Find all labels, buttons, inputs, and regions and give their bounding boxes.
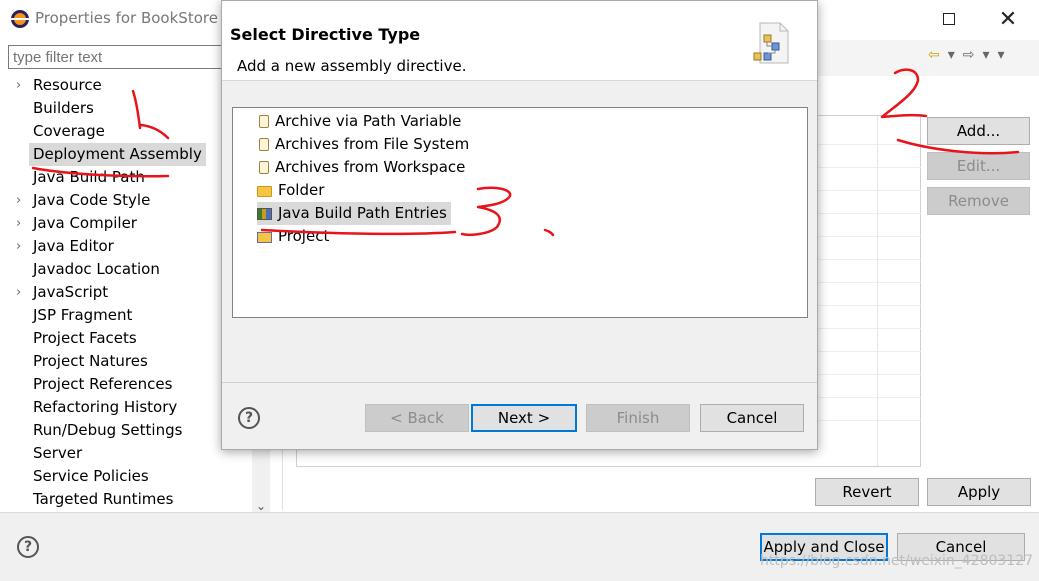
row-divider (817, 282, 921, 283)
tree-item-service-policies[interactable]: Service Policies (33, 465, 149, 488)
list-item-label: Archives from Workspace (275, 158, 466, 176)
revert-button[interactable]: Revert (815, 478, 919, 506)
tree-item-java-build-path[interactable]: Java Build Path (33, 166, 145, 189)
tree-item-javadoc-location[interactable]: Javadoc Location (33, 258, 160, 281)
edit-button[interactable]: Edit... (927, 152, 1030, 180)
row-divider (817, 351, 921, 352)
row-divider (817, 236, 921, 237)
row-divider (817, 190, 921, 191)
dialog-title: Select Directive Type (230, 25, 421, 44)
tree-item-deployment-assembly[interactable]: Deployment Assembly (29, 143, 206, 166)
page-navigation: ⇦ ▾ ⇨ ▾ ▾ (928, 47, 1005, 63)
tree-item-java-editor[interactable]: Java Editor (33, 235, 114, 258)
tree-item-javascript[interactable]: JavaScript (33, 281, 108, 304)
list-item-archives-from-workspace[interactable]: Archives from Workspace (257, 156, 465, 179)
row-divider (817, 420, 921, 421)
tree-item-server[interactable]: Server (33, 442, 82, 465)
list-item-folder[interactable]: Folder (257, 179, 324, 202)
list-item-archive-via-path-variable[interactable]: Archive via Path Variable (257, 110, 461, 133)
expand-chevron-icon[interactable]: › (16, 74, 26, 97)
project-icon (257, 232, 272, 243)
properties-tree: › Resource Builders Coverage Deployment … (0, 74, 252, 514)
row-divider (817, 213, 921, 214)
filter-input[interactable] (8, 45, 238, 69)
expand-chevron-icon[interactable]: › (16, 189, 26, 212)
directive-type-list[interactable]: Archive via Path Variable Archives from … (232, 107, 808, 318)
back-arrow-icon[interactable]: ⇦ (928, 47, 940, 63)
tree-item-java-code-style[interactable]: Java Code Style (33, 189, 150, 212)
tree-item-refactoring-history[interactable]: Refactoring History (33, 396, 177, 419)
back-button[interactable]: < Back (365, 404, 469, 432)
help-icon[interactable]: ? (17, 536, 39, 558)
list-item-archives-from-file-system[interactable]: Archives from File System (257, 133, 469, 156)
maximize-icon (943, 13, 955, 25)
dialog-help-icon[interactable]: ? (238, 407, 260, 429)
back-menu-chevron-icon[interactable]: ▾ (948, 47, 955, 63)
list-item-label: Project (278, 227, 330, 245)
library-icon (257, 208, 272, 220)
row-divider (817, 167, 921, 168)
list-item-label: Archives from File System (275, 135, 470, 153)
expand-chevron-icon[interactable]: › (16, 281, 26, 304)
folder-icon (257, 186, 272, 197)
tree-item-resource[interactable]: Resource (33, 74, 102, 97)
expand-chevron-icon[interactable]: › (16, 235, 26, 258)
jar-icon (259, 115, 269, 128)
list-item-label: Folder (278, 181, 325, 199)
dialog-description: Add a new assembly directive. (237, 57, 467, 75)
list-item-java-build-path-entries[interactable]: Java Build Path Entries (257, 202, 451, 225)
wizard-banner-icon (753, 22, 789, 64)
remove-button[interactable]: Remove (927, 187, 1030, 215)
dialog-cancel-button[interactable]: Cancel (700, 404, 804, 432)
watermark-text: https://blog.csdn.net/weixin_42803127 (760, 553, 1034, 569)
row-divider (817, 305, 921, 306)
tree-item-java-compiler[interactable]: Java Compiler (33, 212, 137, 235)
list-item-project[interactable]: Project (257, 225, 329, 248)
forward-menu-chevron-icon[interactable]: ▾ (983, 47, 990, 63)
tree-item-targeted-runtimes[interactable]: Targeted Runtimes (33, 488, 173, 511)
bottom-button-bar: ? Apply and Close Cancel (0, 512, 1039, 581)
row-divider (817, 144, 921, 145)
add-button[interactable]: Add... (927, 117, 1030, 145)
expand-chevron-icon[interactable]: › (16, 212, 26, 235)
row-divider (817, 374, 921, 375)
tree-item-builders[interactable]: Builders (33, 97, 94, 120)
jar-icon (259, 161, 269, 174)
tree-item-project-references[interactable]: Project References (33, 373, 172, 396)
list-item-label: Java Build Path Entries (278, 204, 447, 222)
select-directive-dialog: Select Directive Type Add a new assembly… (221, 0, 818, 450)
list-item-label: Archive via Path Variable (275, 112, 462, 130)
scroll-down-icon[interactable]: ⌄ (255, 500, 267, 512)
tree-item-jsp-fragment[interactable]: JSP Fragment (33, 304, 132, 327)
next-button[interactable]: Next > (471, 404, 577, 432)
tree-item-project-facets[interactable]: Project Facets (33, 327, 137, 350)
close-window-button[interactable]: ✕ (985, 2, 1031, 36)
row-divider (817, 328, 921, 329)
jar-icon (259, 138, 269, 151)
tree-item-project-natures[interactable]: Project Natures (33, 350, 148, 373)
row-divider (817, 397, 921, 398)
row-divider (817, 259, 921, 260)
eclipse-app-icon (11, 10, 29, 28)
view-menu-icon[interactable]: ▾ (998, 47, 1005, 63)
maximize-button[interactable] (926, 2, 972, 36)
apply-button[interactable]: Apply (927, 478, 1031, 506)
dialog-separator (222, 382, 817, 383)
window-title: Properties for BookStore (35, 9, 218, 27)
finish-button[interactable]: Finish (586, 404, 690, 432)
tree-item-run-debug-settings[interactable]: Run/Debug Settings (33, 419, 182, 442)
tree-item-coverage[interactable]: Coverage (33, 120, 105, 143)
column-divider (877, 116, 878, 466)
forward-arrow-icon[interactable]: ⇨ (963, 47, 975, 63)
dialog-header: Select Directive Type Add a new assembly… (222, 1, 817, 81)
